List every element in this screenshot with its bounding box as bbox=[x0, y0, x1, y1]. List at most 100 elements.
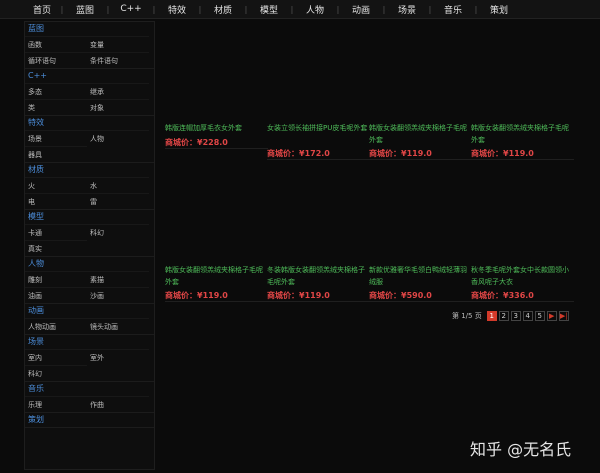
sidebar-category: 蓝图 函数 变量 循环语句 条件语句 bbox=[25, 22, 154, 69]
sidebar-category-title[interactable]: 动画 bbox=[25, 304, 154, 318]
sidebar-category: 策划 bbox=[25, 413, 154, 428]
sidebar-subitem[interactable]: 类 bbox=[25, 99, 87, 115]
product-price: 商城价：¥336.0 bbox=[471, 290, 574, 301]
product-card[interactable]: 韩版女装翻领羔绒夹棉格子毛呢外套商城价：¥119.0 bbox=[165, 264, 268, 302]
nav-item-2[interactable]: C++ bbox=[110, 4, 152, 14]
product-card[interactable]: 秋冬季毛呢外套女中长款圆领小香风呢子大衣商城价：¥336.0 bbox=[471, 264, 574, 302]
sidebar-subitem[interactable]: 科幻 bbox=[25, 365, 87, 381]
last-page-icon[interactable]: ▶| bbox=[558, 311, 569, 321]
sidebar-subitem[interactable]: 水 bbox=[87, 177, 149, 193]
product-price: 商城价：¥590.0 bbox=[369, 290, 472, 301]
page-info: 第 1/5 页 bbox=[452, 312, 482, 320]
nav-item-10[interactable]: 策划 bbox=[478, 3, 520, 16]
sidebar-subitem[interactable]: 继承 bbox=[87, 83, 149, 99]
price-label: 商城价： bbox=[471, 291, 503, 300]
sidebar-subitem[interactable]: 器具 bbox=[25, 146, 87, 162]
sidebar-subitem[interactable]: 多态 bbox=[25, 83, 87, 99]
sidebar-category-title[interactable]: C++ bbox=[25, 69, 154, 83]
sidebar-subitem[interactable]: 真实 bbox=[25, 240, 87, 256]
nav-item-6[interactable]: 人物 bbox=[294, 3, 336, 16]
price-value: ¥228.0 bbox=[197, 138, 228, 147]
sidebar-subitems: 火水电雷 bbox=[25, 177, 154, 209]
product-price: 商城价：¥119.0 bbox=[165, 290, 268, 301]
sidebar-subitem[interactable]: 循环语句 bbox=[25, 52, 87, 68]
price-value: ¥119.0 bbox=[299, 291, 330, 300]
sidebar-subitem[interactable]: 科幻 bbox=[87, 224, 149, 240]
page-5-button[interactable]: 5 bbox=[534, 311, 545, 321]
sidebar-subitem[interactable]: 室外 bbox=[87, 349, 149, 365]
sidebar-category: 特效 场景 人物 器具 bbox=[25, 116, 154, 163]
sidebar-subitem[interactable]: 镜头动画 bbox=[87, 318, 149, 334]
price-value: ¥119.0 bbox=[503, 149, 534, 158]
sidebar-category-title[interactable]: 蓝图 bbox=[25, 22, 154, 36]
sidebar-subitem[interactable]: 沙画 bbox=[87, 287, 149, 303]
sidebar-subitem[interactable]: 场景 bbox=[25, 130, 87, 146]
watermark: 知乎 @无名氏 bbox=[470, 440, 572, 459]
sidebar-subitem[interactable]: 雕刻 bbox=[25, 271, 87, 287]
product-name-link[interactable]: 新款优雅奢华毛领白鸭绒轻薄羽绒服 bbox=[369, 264, 472, 288]
product-name-link[interactable]: 秋冬季毛呢外套女中长款圆领小香风呢子大衣 bbox=[471, 264, 574, 288]
sidebar-subitem[interactable]: 火 bbox=[25, 177, 87, 193]
sidebar-category: 材质火水电雷 bbox=[25, 163, 154, 210]
nav-item-4[interactable]: 材质 bbox=[202, 3, 244, 16]
product-name-link[interactable]: 女装立领长袖拼接PU皮毛呢外套 bbox=[267, 122, 370, 146]
price-value: ¥172.0 bbox=[299, 149, 330, 158]
sidebar-subitem[interactable]: 素描 bbox=[87, 271, 149, 287]
sidebar-subitem[interactable]: 卡通 bbox=[25, 224, 87, 240]
product-price: 商城价：¥172.0 bbox=[267, 148, 370, 159]
product-name-link[interactable]: 韩版连帽加厚毛衣女外套 bbox=[165, 122, 268, 135]
price-label: 商城价： bbox=[165, 138, 197, 147]
page-1-button[interactable]: 1 bbox=[486, 311, 497, 321]
price-label: 商城价： bbox=[267, 149, 299, 158]
sidebar-category: C++ 多态 继承类对象 bbox=[25, 69, 154, 116]
product-card[interactable]: 韩版连帽加厚毛衣女外套商城价：¥228.0 bbox=[165, 122, 268, 149]
product-card[interactable]: 新款优雅奢华毛领白鸭绒轻薄羽绒服商城价：¥590.0 bbox=[369, 264, 472, 302]
price-label: 商城价： bbox=[471, 149, 503, 158]
sidebar-subitems: 场景 人物 器具 bbox=[25, 130, 154, 162]
sidebar-category: 场景 室内 室外 科幻 bbox=[25, 335, 154, 382]
sidebar-subitem[interactable]: 作曲 bbox=[87, 396, 149, 412]
sidebar-subitem[interactable]: 油画 bbox=[25, 287, 87, 303]
nav-item-8[interactable]: 场景 bbox=[386, 3, 428, 16]
sidebar-subitem[interactable]: 条件语句 bbox=[87, 52, 149, 68]
sidebar-category-title[interactable]: 音乐 bbox=[25, 382, 154, 396]
nav-item-7[interactable]: 动画 bbox=[340, 3, 382, 16]
nav-item-9[interactable]: 音乐 bbox=[432, 3, 474, 16]
nav-item-1[interactable]: 蓝图 bbox=[64, 3, 106, 16]
sidebar-category-title[interactable]: 材质 bbox=[25, 163, 154, 177]
product-name-link[interactable]: 韩版女装翻领羔绒夹棉格子毛呢外套 bbox=[369, 122, 472, 146]
sidebar-category-title[interactable]: 特效 bbox=[25, 116, 154, 130]
product-name-link[interactable]: 韩版女装翻领羔绒夹棉格子毛呢外套 bbox=[165, 264, 268, 288]
sidebar-subitem[interactable]: 人物动画 bbox=[25, 318, 87, 334]
category-sidebar: 蓝图 函数 变量 循环语句 条件语句 C++ 多态 继承类对象 特效 场景 人物 器具 材质火水电雷模型… bbox=[24, 21, 155, 470]
page-4-button[interactable]: 4 bbox=[522, 311, 533, 321]
price-label: 商城价： bbox=[369, 149, 401, 158]
sidebar-subitem[interactable]: 变量 bbox=[87, 36, 149, 52]
product-name-link[interactable]: 韩版女装翻领羔绒夹棉格子毛呢外套 bbox=[471, 122, 574, 146]
page-2-button[interactable]: 2 bbox=[498, 311, 509, 321]
sidebar-subitem[interactable]: 乐理 bbox=[25, 396, 87, 412]
product-card[interactable]: 女装立领长袖拼接PU皮毛呢外套商城价：¥172.0 bbox=[267, 122, 370, 160]
sidebar-subitems: 室内 室外 科幻 bbox=[25, 349, 154, 381]
sidebar-subitem[interactable]: 室内 bbox=[25, 349, 87, 365]
product-card[interactable]: 韩版女装翻领羔绒夹棉格子毛呢外套商城价：¥119.0 bbox=[471, 122, 574, 160]
nav-item-3[interactable]: 特效 bbox=[156, 3, 198, 16]
sidebar-category-title[interactable]: 策划 bbox=[25, 413, 154, 427]
sidebar-category-title[interactable]: 模型 bbox=[25, 210, 154, 224]
nav-item-0[interactable]: 首页 bbox=[24, 3, 60, 16]
sidebar-category-title[interactable]: 人物 bbox=[25, 257, 154, 271]
product-name-link[interactable]: 冬装韩版女装翻领羔绒夹棉格子毛呢外套 bbox=[267, 264, 370, 288]
price-label: 商城价： bbox=[267, 291, 299, 300]
product-card[interactable]: 冬装韩版女装翻领羔绒夹棉格子毛呢外套商城价：¥119.0 bbox=[267, 264, 370, 302]
sidebar-subitem[interactable]: 人物 bbox=[87, 130, 149, 146]
sidebar-category: 人物 雕刻 素描 油画 沙画 bbox=[25, 257, 154, 304]
next-page-icon[interactable]: ▶ bbox=[546, 311, 557, 321]
product-card[interactable]: 韩版女装翻领羔绒夹棉格子毛呢外套 商城价：¥119.0 bbox=[369, 122, 472, 160]
sidebar-subitem[interactable]: 雷 bbox=[87, 193, 149, 209]
sidebar-subitem[interactable]: 对象 bbox=[87, 99, 149, 115]
sidebar-category-title[interactable]: 场景 bbox=[25, 335, 154, 349]
sidebar-subitem[interactable]: 函数 bbox=[25, 36, 87, 52]
nav-item-5[interactable]: 模型 bbox=[248, 3, 290, 16]
page-3-button[interactable]: 3 bbox=[510, 311, 521, 321]
sidebar-subitem[interactable]: 电 bbox=[25, 193, 87, 209]
